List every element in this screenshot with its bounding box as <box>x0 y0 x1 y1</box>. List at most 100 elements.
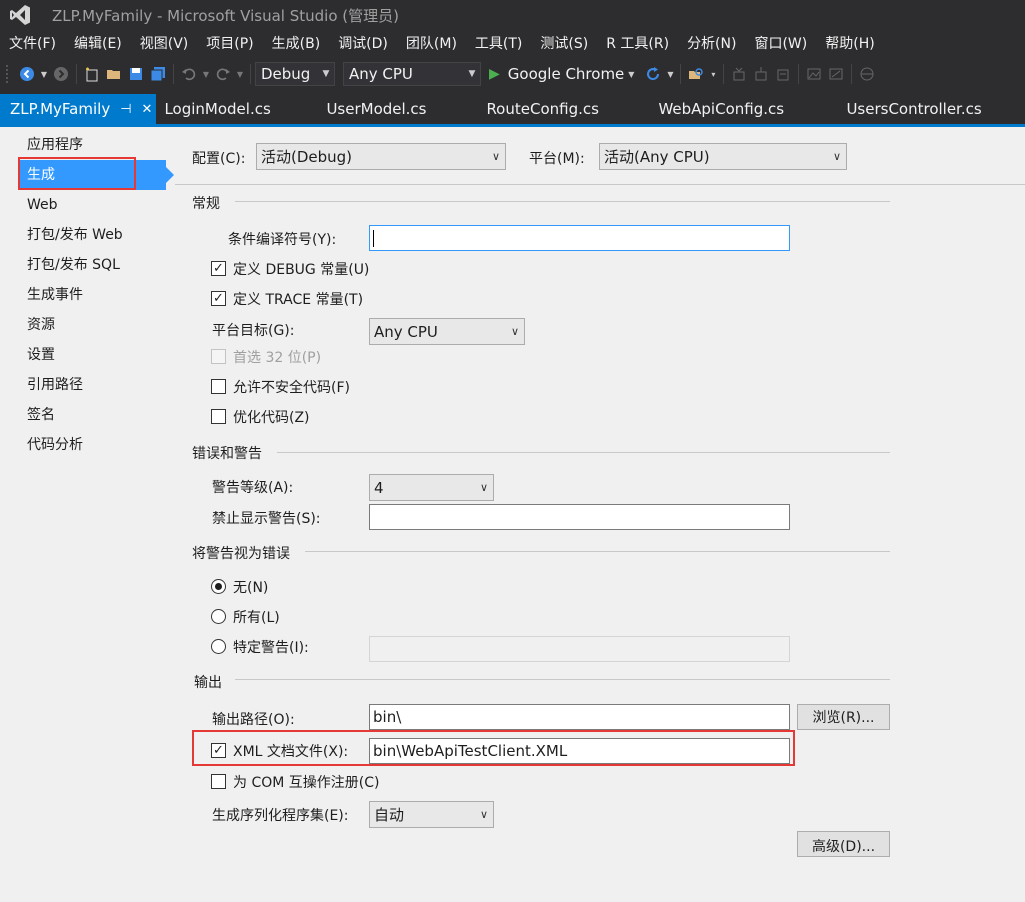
solution-configuration-select[interactable]: Debug ▼ <box>255 62 335 86</box>
treat-warnings-none-label: 无(N) <box>233 580 269 596</box>
menu-r-tools[interactable]: R 工具(R) <box>597 30 678 58</box>
solution-platform-value: Any CPU <box>349 65 413 83</box>
step-into-icon[interactable] <box>750 63 772 85</box>
menu-analyze[interactable]: 分析(N) <box>678 30 745 58</box>
image-tool-icon[interactable] <box>803 63 825 85</box>
refresh-icon[interactable] <box>642 63 664 85</box>
specific-warnings-input[interactable] <box>369 636 790 662</box>
nav-item-web[interactable]: Web <box>27 194 58 216</box>
window-title: ZLP.MyFamily - Microsoft Visual Studio (… <box>52 6 399 25</box>
new-project-icon[interactable] <box>81 63 103 85</box>
menu-tools[interactable]: 工具(T) <box>466 30 531 58</box>
advanced-button[interactable]: 高级(D)... <box>797 831 890 857</box>
step-out-icon[interactable] <box>772 63 794 85</box>
menu-help[interactable]: 帮助(H) <box>816 30 883 58</box>
menu-file[interactable]: 文件(F) <box>0 30 65 58</box>
property-page-nav: 应用程序 生成 Web 打包/发布 Web 打包/发布 SQL 生成事件 资源 … <box>0 127 175 902</box>
toolbar-grip[interactable] <box>6 65 10 83</box>
menu-view[interactable]: 视图(V) <box>131 30 198 58</box>
treat-warnings-specific-label: 特定警告(I): <box>233 640 309 656</box>
tab-webapi-config[interactable]: WebApiConfig.cs <box>648 94 836 124</box>
open-folder-icon[interactable] <box>103 63 125 85</box>
define-trace-label: 定义 TRACE 常量(T) <box>233 292 364 308</box>
nav-item-code-analysis[interactable]: 代码分析 <box>27 434 83 456</box>
define-trace-checkbox[interactable]: ✓ <box>211 291 226 306</box>
chevron-down-icon: ▼ <box>322 69 330 79</box>
treat-warnings-all-radio[interactable] <box>211 609 226 624</box>
serialization-label: 生成序列化程序集(E): <box>212 808 349 824</box>
solution-platform-select[interactable]: Any CPU ▼ <box>343 62 481 86</box>
undo-dropdown-icon[interactable]: ▼ <box>200 63 212 85</box>
serialization-value: 自动 <box>374 806 405 824</box>
conditional-symbols-input[interactable] <box>369 225 790 251</box>
forward-icon[interactable] <box>50 63 72 85</box>
menu-debug[interactable]: 调试(D) <box>329 30 397 58</box>
nav-item-package-sql[interactable]: 打包/发布 SQL <box>27 254 120 276</box>
refresh-dropdown-icon[interactable]: ▼ <box>664 63 676 85</box>
prefer-32bit-checkbox[interactable] <box>211 349 226 364</box>
menu-test[interactable]: 测试(S) <box>531 30 597 58</box>
play-icon: ▶ <box>489 66 500 82</box>
save-all-icon[interactable] <box>147 63 169 85</box>
save-icon[interactable] <box>125 63 147 85</box>
warning-level-label: 警告等级(A): <box>212 480 294 496</box>
nav-item-application[interactable]: 应用程序 <box>27 134 83 156</box>
toolbar-separator <box>680 64 682 84</box>
configuration-select[interactable]: 活动(Debug) ∨ <box>256 143 506 170</box>
tab-login-model[interactable]: LoginModel.cs <box>156 94 316 124</box>
platform-select[interactable]: 活动(Any CPU) ∨ <box>599 143 847 170</box>
radio-dot <box>215 583 222 590</box>
define-debug-checkbox[interactable]: ✓ <box>211 261 226 276</box>
close-icon[interactable]: ✕ <box>142 102 153 117</box>
chevron-down-icon: ∨ <box>832 150 842 163</box>
menu-edit[interactable]: 编辑(E) <box>65 30 131 58</box>
visual-studio-logo-icon <box>0 0 40 30</box>
start-debugging-button[interactable]: ▶ Google Chrome ▼ <box>489 65 634 83</box>
nav-item-settings[interactable]: 设置 <box>27 344 55 366</box>
back-dropdown-icon[interactable]: ▼ <box>38 63 50 85</box>
nav-highlight-box <box>18 157 136 190</box>
menu-project[interactable]: 项目(P) <box>197 30 262 58</box>
redo-dropdown-icon[interactable]: ▼ <box>234 63 246 85</box>
menu-build[interactable]: 生成(B) <box>263 30 330 58</box>
nav-item-reference-paths[interactable]: 引用路径 <box>27 374 83 396</box>
toolbar-separator <box>851 64 853 84</box>
treat-warnings-specific-radio[interactable] <box>211 639 226 654</box>
toolbar-options-icon[interactable]: ▾ <box>707 63 719 85</box>
tab-route-config[interactable]: RouteConfig.cs <box>476 94 648 124</box>
nav-item-package-web[interactable]: 打包/发布 Web <box>27 224 123 246</box>
suppress-warnings-input[interactable] <box>369 504 790 530</box>
output-path-input[interactable]: bin\ <box>369 704 790 730</box>
tab-user-model[interactable]: UserModel.cs <box>316 94 476 124</box>
serialization-select[interactable]: 自动 ∨ <box>369 801 494 828</box>
allow-unsafe-label: 允许不安全代码(F) <box>233 380 350 396</box>
image-edit-icon[interactable] <box>825 63 847 85</box>
nav-item-signing[interactable]: 签名 <box>27 404 55 426</box>
text-caret <box>373 229 374 247</box>
treat-warnings-none-radio[interactable] <box>211 579 226 594</box>
warning-level-select[interactable]: 4 ∨ <box>369 474 494 501</box>
nav-item-build-events[interactable]: 生成事件 <box>27 284 83 306</box>
allow-unsafe-checkbox[interactable] <box>211 379 226 394</box>
browser-link-icon[interactable] <box>856 63 878 85</box>
tab-users-controller[interactable]: UsersController.cs <box>836 94 991 124</box>
toolbar-separator <box>798 64 800 84</box>
toolbar-separator <box>173 64 174 84</box>
config-label: 配置(C): <box>192 151 246 167</box>
nav-item-resources[interactable]: 资源 <box>27 314 55 336</box>
find-in-files-icon[interactable] <box>685 63 707 85</box>
tab-zlp-myfamily[interactable]: ZLP.MyFamily ⊣ ✕ <box>0 94 157 124</box>
register-com-checkbox[interactable] <box>211 774 226 789</box>
undo-icon[interactable] <box>178 63 200 85</box>
pin-icon[interactable]: ⊣ <box>120 102 131 117</box>
document-tab-strip: ZLP.MyFamily ⊣ ✕ LoginModel.cs UserModel… <box>0 90 1025 124</box>
optimize-code-checkbox[interactable] <box>211 409 226 424</box>
browse-button[interactable]: 浏览(R)... <box>797 704 890 730</box>
menu-team[interactable]: 团队(M) <box>397 30 466 58</box>
back-icon[interactable] <box>16 63 38 85</box>
menu-window[interactable]: 窗口(W) <box>745 30 816 58</box>
step-over-icon[interactable] <box>728 63 750 85</box>
redo-icon[interactable] <box>212 63 234 85</box>
platform-value: 活动(Any CPU) <box>604 148 710 166</box>
platform-target-select[interactable]: Any CPU ∨ <box>369 318 525 345</box>
